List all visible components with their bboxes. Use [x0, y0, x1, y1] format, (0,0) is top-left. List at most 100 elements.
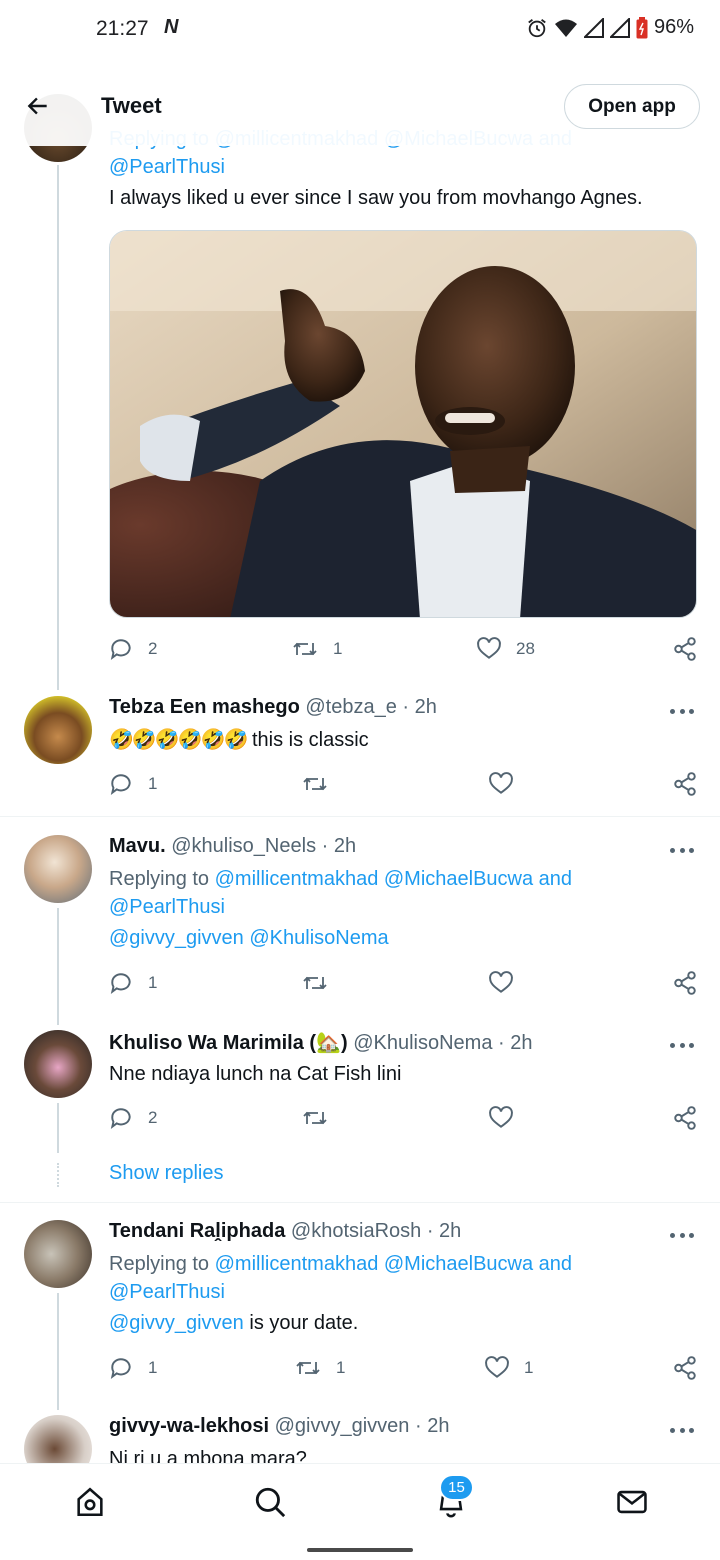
show-replies-link[interactable]: Show replies [109, 1162, 224, 1185]
network-n-icon: N [164, 16, 179, 38]
mail-icon [617, 1490, 647, 1514]
tweet-body: this is classic [251, 729, 369, 751]
reply-button[interactable]: 1 [108, 1355, 157, 1381]
photo-image [110, 231, 696, 617]
tweet-body: is your date. [243, 1312, 359, 1334]
tweet-photo[interactable] [109, 230, 697, 618]
retweet-button[interactable] [301, 1105, 329, 1131]
mention-link[interactable]: @millicentmakhad @MichaelBucwa and [215, 1253, 572, 1275]
back-button[interactable] [18, 86, 58, 126]
reply-icon [110, 639, 131, 661]
dotted-thread [57, 1163, 59, 1187]
handle[interactable]: @khotsiaRosh [291, 1220, 421, 1242]
mention-link[interactable]: @millicentmakhad @MichaelBucwa and [215, 868, 572, 890]
mention-link[interactable]: @PearlThusi [109, 152, 225, 182]
nav-messages[interactable] [612, 1482, 652, 1522]
bottom-nav: 15 [0, 1463, 720, 1536]
timestamp[interactable]: · 2h [402, 696, 436, 718]
mention-link[interactable]: @givvy_givven [109, 1312, 244, 1334]
mention-link[interactable]: @PearlThusi [109, 892, 225, 922]
like-button[interactable]: 28 [476, 636, 535, 662]
more-icon[interactable] [670, 706, 694, 716]
like-icon [477, 637, 501, 659]
retweet-button[interactable] [301, 771, 329, 797]
avatar[interactable] [24, 696, 92, 764]
share-icon [674, 637, 696, 661]
battery-percent: 96% [653, 16, 694, 38]
tweet-text: @givvy_givven is your date. [109, 1308, 358, 1338]
gesture-bar[interactable] [0, 1536, 720, 1560]
like-button[interactable]: 1 [484, 1355, 533, 1381]
retweet-count: 1 [333, 639, 343, 658]
like-icon [489, 1106, 513, 1128]
reply-icon [110, 1108, 131, 1130]
like-button[interactable] [488, 970, 514, 996]
share-button[interactable] [672, 970, 698, 996]
divider [0, 1202, 720, 1203]
retweet-button[interactable] [301, 970, 329, 996]
retweet-count: 1 [336, 1358, 346, 1377]
display-name[interactable]: Tendani Raḽiphada [109, 1220, 285, 1242]
retweet-button[interactable]: 1 [291, 636, 342, 662]
reply-count: 1 [148, 1358, 158, 1377]
house-emoji: 🏡 [316, 1032, 341, 1054]
tweet-page: Replying to @millicentmakhad @MichaelBuc… [0, 0, 720, 1560]
open-app-button[interactable]: Open app [564, 84, 700, 129]
timestamp[interactable]: · 2h [427, 1220, 461, 1242]
like-icon [489, 971, 513, 993]
timestamp[interactable]: · 2h [415, 1415, 449, 1437]
tweet-text: I always liked u ever since I saw you fr… [109, 187, 643, 209]
reply-button[interactable]: 2 [108, 636, 157, 662]
more-icon[interactable] [670, 1230, 694, 1240]
mention-link[interactable]: @PearlThusi [109, 1277, 225, 1307]
avatar[interactable] [24, 1030, 92, 1098]
share-button[interactable] [672, 1355, 698, 1381]
like-button[interactable] [488, 1105, 514, 1131]
retweet-icon [303, 976, 327, 990]
more-icon[interactable] [670, 845, 694, 855]
retweet-button[interactable]: 1 [294, 1355, 345, 1381]
reply-button[interactable]: 1 [108, 771, 157, 797]
more-icon[interactable] [670, 1425, 694, 1435]
avatar[interactable] [24, 1220, 92, 1288]
top-app-bar: Tweet Open app [0, 66, 720, 146]
reply-button[interactable]: 2 [108, 1105, 157, 1131]
reply-header: Tebza Een mashego @tebza_e · 2h [109, 696, 437, 719]
like-button[interactable] [488, 771, 514, 797]
share-button[interactable] [672, 1105, 698, 1131]
thread-line [57, 165, 59, 690]
handle[interactable]: @givvy_givven [275, 1415, 410, 1437]
reply-icon [110, 973, 131, 995]
timestamp[interactable]: · 2h [322, 835, 356, 857]
tweet-actions: 1 1 1 [108, 1355, 698, 1385]
reply-count: 1 [148, 973, 158, 992]
share-icon [674, 772, 696, 796]
gesture-handle[interactable] [307, 1548, 413, 1552]
divider [0, 816, 720, 817]
reply-count: 1 [148, 774, 158, 793]
more-icon[interactable] [670, 1040, 694, 1050]
retweet-icon [303, 777, 327, 791]
share-button[interactable] [672, 771, 698, 797]
display-name[interactable]: givvy-wa-lekhosi [109, 1415, 269, 1437]
home-icon [77, 1487, 103, 1517]
retweet-icon [303, 1111, 327, 1125]
reply-header: Tendani Raḽiphada @khotsiaRosh · 2h [109, 1220, 461, 1243]
handle[interactable]: @tebza_e [305, 696, 396, 718]
share-icon [674, 1356, 696, 1380]
tweet-body[interactable]: @givvy_givven @KhulisoNema [109, 923, 389, 953]
nav-search[interactable] [250, 1482, 290, 1522]
alarm-icon [528, 18, 546, 37]
reply-button[interactable]: 1 [108, 970, 157, 996]
handle[interactable]: @KhulisoNema [353, 1032, 492, 1054]
handle[interactable]: @khuliso_Neels [171, 835, 316, 857]
display-name[interactable]: Tebza Een mashego [109, 696, 300, 718]
share-icon [674, 1106, 696, 1130]
reply-header: Khuliso Wa Marimila (🏡) @KhulisoNema · 2… [109, 1030, 532, 1055]
nav-home[interactable] [70, 1482, 110, 1522]
display-name[interactable]: Mavu. [109, 835, 166, 857]
avatar[interactable] [24, 835, 92, 903]
timestamp[interactable]: · 2h [498, 1032, 532, 1054]
share-button[interactable] [672, 636, 698, 662]
display-name[interactable]: Khuliso Wa Marimila (🏡) [109, 1032, 348, 1054]
